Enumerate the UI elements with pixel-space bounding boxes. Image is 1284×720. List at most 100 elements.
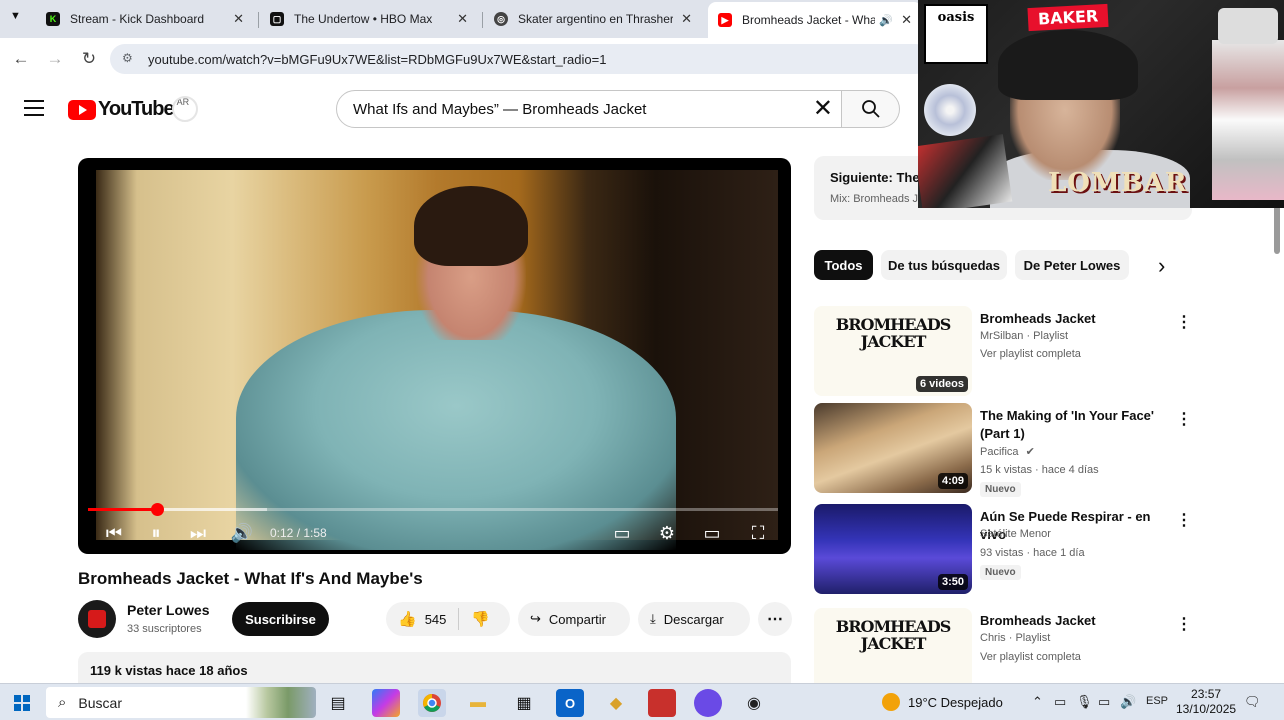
- scrubber-handle[interactable]: [151, 503, 164, 516]
- pause-icon[interactable]: ⏸: [144, 522, 168, 544]
- address-bar[interactable]: ⚙ youtube.com/watch?v=bMGFu9Ux7WE&list=R…: [110, 44, 930, 74]
- rec-meta[interactable]: Ver playlist completa: [980, 651, 1081, 663]
- like-count[interactable]: 545: [425, 612, 447, 627]
- tab-youtube-active[interactable]: ▶ Bromheads Jacket - What If 🔊 ✕: [708, 2, 922, 38]
- app-icon[interactable]: ◆: [602, 689, 630, 717]
- progress-played: [88, 508, 157, 511]
- scrollbar[interactable]: [1272, 140, 1280, 680]
- rec-title[interactable]: Bromheads Jacket: [980, 310, 1170, 328]
- reload-icon[interactable]: ↻: [78, 48, 100, 70]
- network-icon[interactable]: ▭: [1054, 694, 1066, 710]
- chip-todos[interactable]: Todos: [814, 250, 873, 280]
- new-badge: Nuevo: [980, 482, 1021, 497]
- progress-bar[interactable]: [88, 503, 778, 516]
- file-explorer-icon[interactable]: ▬: [464, 689, 492, 717]
- close-icon[interactable]: ✕: [681, 11, 692, 27]
- clock[interactable]: 23:57 13/10/2025: [1176, 687, 1236, 717]
- oasis-sticker: oasis: [924, 4, 988, 64]
- tab-thrasher[interactable]: ◎ Skater argentino en Thrasher ✕: [484, 4, 702, 34]
- menu-icon[interactable]: [24, 100, 44, 116]
- thumbnail[interactable]: 3:50: [814, 504, 972, 594]
- camera-sticker: [1218, 8, 1278, 44]
- video-player[interactable]: ⏮ ⏸ ⏭ 🔊 0:12 / 1:58 ▭ ⚙ ▭ ⛶: [78, 158, 791, 554]
- tab-kick[interactable]: K Stream - Kick Dashboard ✕: [36, 4, 254, 34]
- close-icon[interactable]: ✕: [901, 12, 912, 28]
- chevron-up-icon[interactable]: ⌃: [1032, 694, 1043, 710]
- outlook-icon[interactable]: O: [556, 689, 584, 717]
- video-subject-body: [236, 310, 676, 550]
- channel-name[interactable]: Peter Lowes: [127, 602, 209, 618]
- subtitles-icon[interactable]: ▭: [610, 522, 634, 544]
- tab-search-chevron[interactable]: ▼: [10, 10, 21, 22]
- thumbnail[interactable]: BROMHEADS JACKET 6 videos: [814, 306, 972, 396]
- site-info-icon[interactable]: ⚙: [122, 51, 138, 67]
- list-item[interactable]: 4:09 The Making of 'In Your Face' (Part …: [814, 403, 1194, 497]
- forward-icon[interactable]: →: [44, 48, 66, 70]
- search-icon: ⌕: [58, 694, 67, 711]
- settings-gear-icon[interactable]: ⚙: [655, 522, 679, 544]
- microphone-icon[interactable]: 🎙: [1076, 694, 1093, 710]
- list-item[interactable]: BROMHEADS JACKET 6 videos Bromheads Jack…: [814, 306, 1194, 396]
- more-vert-icon[interactable]: ⋮: [1176, 614, 1192, 634]
- windows-start-icon[interactable]: [8, 689, 36, 717]
- rec-title[interactable]: Bromheads Jacket: [980, 612, 1170, 630]
- clear-search-icon[interactable]: ✕: [813, 97, 833, 121]
- tab-title: Bromheads Jacket - What If: [742, 13, 876, 27]
- language-indicator[interactable]: ESP: [1146, 695, 1168, 707]
- volume-icon[interactable]: 🔊: [230, 522, 254, 544]
- voicemeeter-icon[interactable]: [648, 689, 676, 717]
- rec-meta[interactable]: Ver playlist completa: [980, 348, 1081, 360]
- obs-icon[interactable]: ◉: [740, 689, 768, 717]
- taskbar-search-input[interactable]: ⌕ Buscar: [46, 687, 316, 718]
- more-vert-icon[interactable]: ⋮: [1176, 409, 1192, 429]
- chevron-right-icon[interactable]: ›: [1158, 253, 1165, 279]
- copilot-icon[interactable]: [372, 689, 400, 717]
- youtube-logo[interactable]: YouTube AR: [68, 97, 189, 121]
- download-button[interactable]: ⤓ Descargar: [638, 602, 750, 636]
- list-item[interactable]: 3:50 Aún Se Puede Respirar - en vivo Sat…: [814, 504, 1194, 594]
- loading-spinner-icon: [172, 96, 198, 122]
- thumbnail[interactable]: 4:09: [814, 403, 972, 493]
- like-icon[interactable]: 👍: [398, 610, 417, 628]
- tab-hbo[interactable]: ▢ The Undertow • HBO Max ✕: [260, 4, 478, 34]
- previous-icon[interactable]: ⏮: [102, 522, 126, 544]
- rec-title[interactable]: The Making of 'In Your Face' (Part 1): [980, 407, 1170, 443]
- task-view-icon[interactable]: ▤: [324, 689, 352, 717]
- video-frame[interactable]: [96, 170, 778, 550]
- rec-meta: 93 vistas · hace 1 día: [980, 547, 1085, 559]
- youtube-play-icon: [68, 99, 96, 120]
- more-actions-button[interactable]: ⋯: [758, 602, 792, 636]
- taskbar: ⌕ Buscar ▤ ▬ ▦ O ◆ ◉ 19°C Despejado ⌃ ▭ …: [0, 683, 1284, 720]
- next-icon[interactable]: ⏭: [186, 522, 210, 544]
- search-highlight-image: [246, 687, 316, 718]
- chrome-icon[interactable]: [418, 689, 446, 717]
- wifi-icon[interactable]: ▭: [1098, 694, 1110, 710]
- volume-icon[interactable]: 🔊: [1120, 694, 1136, 710]
- logo-text: YouTube: [98, 98, 175, 120]
- close-icon[interactable]: ✕: [233, 11, 244, 27]
- streaming-app-icon[interactable]: [694, 689, 722, 717]
- more-vert-icon[interactable]: ⋮: [1176, 312, 1192, 332]
- chip-de-tus-busquedas[interactable]: De tus búsquedas: [881, 250, 1007, 280]
- theater-mode-icon[interactable]: ▭: [700, 522, 724, 544]
- duration-badge: 3:50: [937, 574, 968, 590]
- search-button[interactable]: [842, 90, 900, 128]
- back-icon[interactable]: ←: [10, 48, 32, 70]
- subscribe-button[interactable]: Suscribirse: [232, 602, 329, 636]
- microsoft-store-icon[interactable]: ▦: [510, 689, 538, 717]
- taskbar-search-placeholder: Buscar: [78, 694, 122, 711]
- tab-title: The Undertow • HBO Max: [294, 12, 433, 26]
- notifications-icon[interactable]: 🗨: [1244, 694, 1261, 710]
- close-icon[interactable]: ✕: [457, 11, 468, 27]
- sticker-pile: [918, 134, 1013, 208]
- speaker-icon[interactable]: 🔊: [879, 14, 893, 27]
- rec-channel: Satélite Menor: [980, 528, 1051, 540]
- chip-de-peter-lowes[interactable]: De Peter Lowes: [1015, 250, 1129, 280]
- avatar[interactable]: [78, 600, 116, 638]
- dislike-icon[interactable]: 👎: [471, 610, 490, 628]
- more-vert-icon[interactable]: ⋮: [1176, 510, 1192, 530]
- share-button[interactable]: ↪ Compartir: [518, 602, 630, 636]
- search-input[interactable]: What Ifs and Maybes” — Bromheads Jacket …: [336, 90, 842, 128]
- fullscreen-icon[interactable]: ⛶: [746, 522, 770, 544]
- weather-widget[interactable]: 19°C Despejado: [882, 693, 1003, 711]
